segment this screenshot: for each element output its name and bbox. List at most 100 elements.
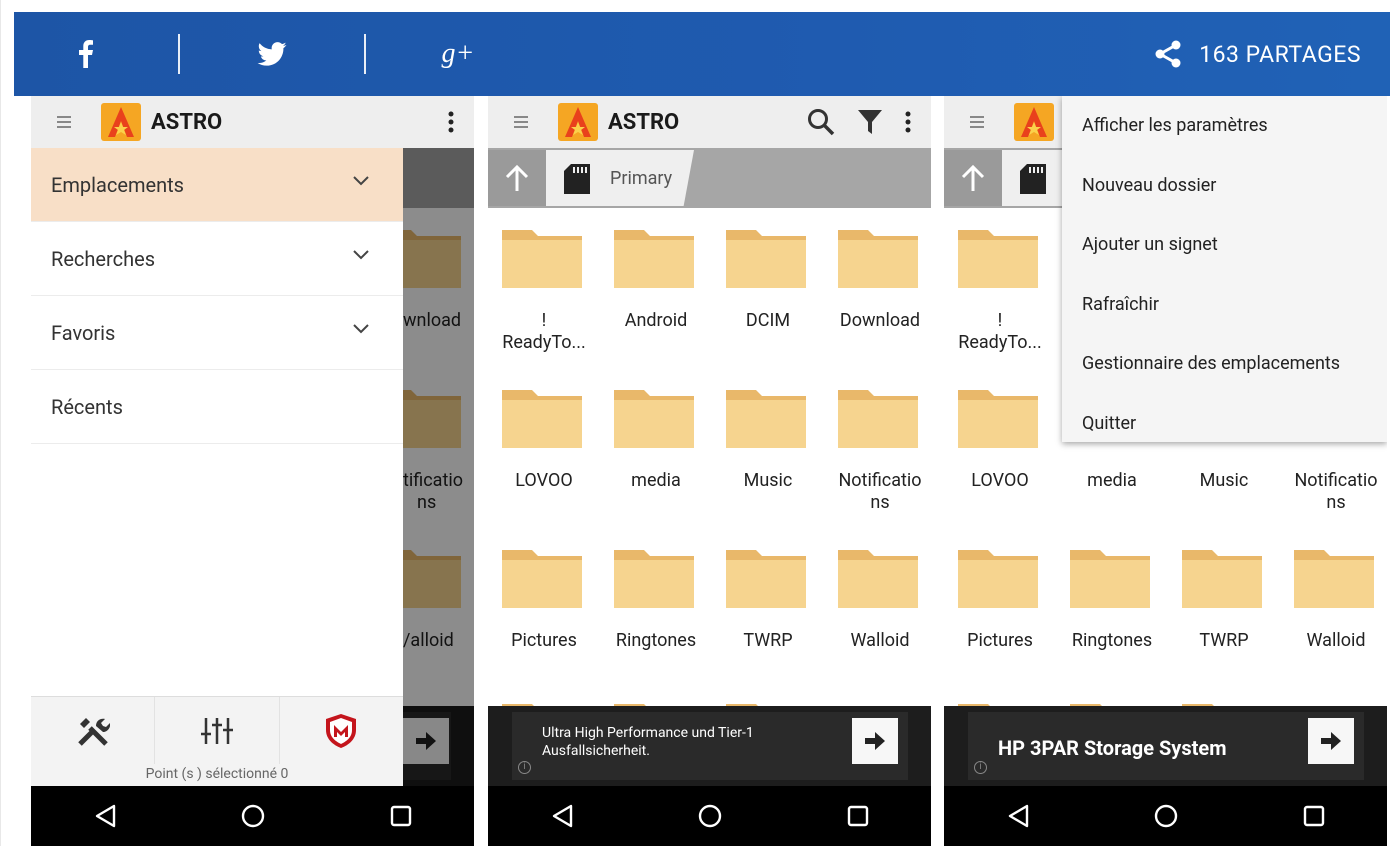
overflow-menu: Afficher les paramètres Nouveau dossier …: [1062, 96, 1387, 442]
mcafee-button[interactable]: [280, 697, 403, 764]
folder-icon: [838, 390, 918, 448]
navigate-up-button[interactable]: [488, 150, 546, 206]
folder-icon: [838, 550, 918, 608]
home-circle-icon[interactable]: [698, 804, 722, 828]
mcafee-shield-icon: [326, 713, 357, 748]
folder-label: Ringtones: [1071, 630, 1153, 651]
folder-label: Walloid: [850, 630, 910, 651]
sd-card-icon: [1020, 164, 1046, 194]
navigate-up-button[interactable]: [944, 150, 1002, 206]
ad-info-icon[interactable]: i: [518, 761, 531, 774]
app-title: ASTRO: [151, 109, 223, 135]
folder-label: Android: [624, 310, 688, 331]
folder-label: Walloid: [1306, 630, 1366, 651]
chevron-down-icon: [353, 250, 369, 260]
hamburger-menu-icon[interactable]: [506, 115, 536, 129]
menu-item-ajouter-signet[interactable]: Ajouter un signet: [1062, 215, 1387, 275]
path-bar: Primary: [488, 148, 931, 208]
phone-screen-browser: ASTRO Primary ! ReadyTo... Android DCIM …: [488, 96, 931, 846]
recents-square-icon[interactable]: [847, 805, 869, 827]
drawer-item-recherches[interactable]: Recherches: [31, 222, 403, 296]
google-plus-icon: g+: [441, 38, 475, 69]
phone-screen-drawer: ASTRO wnload tificatio ns /alloid Emplac…: [31, 96, 474, 846]
menu-item-gestionnaire-emplacements[interactable]: Gestionnaire des emplacements: [1062, 334, 1387, 394]
app-title: ASTRO: [608, 109, 680, 135]
drawer-toolbar: [31, 696, 403, 764]
drawer-item-emplacements[interactable]: Emplacements: [31, 148, 403, 222]
folder-label-line2: ns: [1326, 492, 1346, 513]
folder-label: TWRP: [743, 630, 793, 651]
folder-label: !: [541, 310, 547, 331]
twitter-bird-icon: [257, 42, 287, 66]
folder-icon: [726, 550, 806, 608]
back-triangle-icon[interactable]: [1007, 804, 1029, 828]
folder-icon: [614, 230, 694, 288]
google-plus-share-button[interactable]: g+: [428, 38, 488, 70]
folder-label: TWRP: [1199, 630, 1249, 651]
tools-icon: [77, 717, 110, 746]
folder-icon: [1294, 550, 1374, 608]
menu-item-quitter[interactable]: Quitter: [1062, 394, 1387, 454]
app-bar: ASTRO: [31, 96, 474, 148]
menu-item-afficher-parametres[interactable]: Afficher les paramètres: [1062, 96, 1387, 156]
astro-logo-icon: [101, 103, 141, 141]
folder-label: Pictures: [511, 630, 577, 651]
android-nav-bar: [944, 786, 1387, 846]
separator: [364, 34, 366, 74]
facebook-share-button[interactable]: [56, 40, 116, 68]
filter-icon[interactable]: [857, 108, 883, 136]
folder-icon: [1070, 550, 1150, 608]
folder-label: LOVOO: [515, 470, 573, 491]
overflow-menu-icon[interactable]: [448, 111, 454, 133]
ad-go-button[interactable]: [852, 718, 898, 764]
recents-square-icon[interactable]: [1303, 805, 1325, 827]
selection-status: Point (s ) sélectionné 0: [31, 764, 403, 786]
recents-square-icon[interactable]: [390, 805, 412, 827]
folder-label: Music: [743, 470, 793, 491]
home-circle-icon[interactable]: [241, 804, 265, 828]
tools-button[interactable]: [31, 697, 156, 764]
ad-banner[interactable]: HP 3PAR Storage System i: [944, 706, 1387, 786]
arrow-right-icon: [1321, 732, 1341, 750]
arrow-up-icon: [505, 164, 529, 191]
drawer-item-label: Récents: [51, 394, 123, 419]
folder-icon: [726, 390, 806, 448]
folder-label: media: [631, 470, 681, 491]
hamburger-menu-icon[interactable]: [49, 115, 79, 129]
sd-card-icon: [564, 164, 590, 194]
folder-icon: [614, 390, 694, 448]
folder-label: LOVOO: [971, 470, 1029, 491]
android-nav-bar: [31, 786, 474, 846]
drawer-item-recents[interactable]: Récents: [31, 370, 403, 444]
ad-text: HP 3PAR Storage System: [998, 736, 1227, 760]
folder-label: Music: [1199, 470, 1249, 491]
folder-label: DCIM: [745, 310, 791, 331]
equalizer-settings-button[interactable]: [155, 697, 280, 764]
folder-label: Notificatio: [838, 470, 922, 491]
back-triangle-icon[interactable]: [551, 804, 573, 828]
chevron-down-icon: [353, 324, 369, 334]
menu-item-rafraichir[interactable]: Rafraîchir: [1062, 275, 1387, 335]
twitter-share-button[interactable]: [242, 42, 302, 66]
folder-label: Download: [839, 310, 921, 331]
ad-info-icon[interactable]: i: [974, 761, 987, 774]
breadcrumb-primary[interactable]: Primary: [546, 150, 694, 206]
drawer-item-favoris[interactable]: Favoris: [31, 296, 403, 370]
folder-icon: [958, 230, 1038, 288]
chevron-down-icon: [353, 176, 369, 186]
ad-banner[interactable]: Ultra High Performance und Tier-1 Ausfall…: [488, 706, 931, 786]
hamburger-menu-icon[interactable]: [962, 115, 992, 129]
search-icon[interactable]: [807, 108, 835, 136]
folder-icon: [726, 230, 806, 288]
breadcrumb-label: Primary: [610, 168, 673, 189]
ad-go-button[interactable]: [1308, 718, 1354, 764]
overflow-menu-icon[interactable]: [905, 111, 911, 133]
folder-label: !: [997, 310, 1003, 331]
share-count-button[interactable]: 163 PARTAGES: [1153, 12, 1361, 96]
home-circle-icon[interactable]: [1154, 804, 1178, 828]
navigation-drawer: Emplacements Recherches Favoris Récents: [31, 148, 403, 786]
drawer-item-label: Emplacements: [51, 172, 185, 197]
menu-item-nouveau-dossier[interactable]: Nouveau dossier: [1062, 156, 1387, 216]
back-triangle-icon[interactable]: [94, 804, 116, 828]
facebook-f-icon: [79, 40, 93, 68]
